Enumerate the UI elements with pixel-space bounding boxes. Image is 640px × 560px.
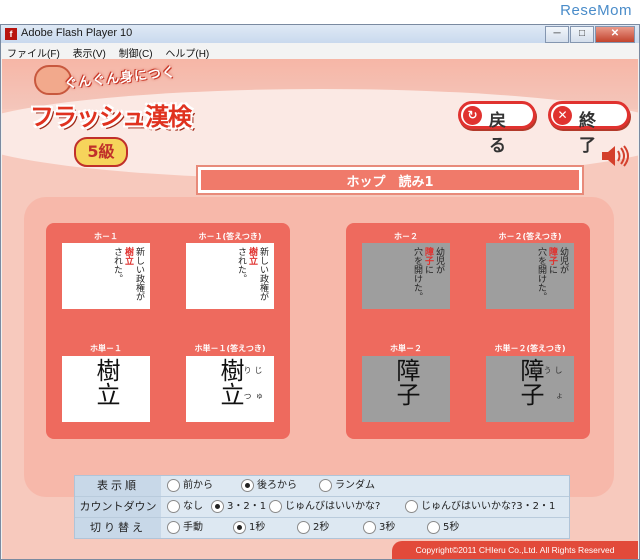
menu-control[interactable]: 制御(C) <box>113 43 157 60</box>
order-option-front[interactable]: 前から <box>167 478 213 494</box>
copyright-text: Copyright©2011 CHIeru Co.,Ltd. All Right… <box>392 541 638 559</box>
countdown-option-ready[interactable]: じゅんびはいいかな? <box>269 499 380 515</box>
flash-card[interactable]: 新しい政権が 樹立 された。 <box>186 243 274 309</box>
menu-help[interactable]: ヘルプ(H) <box>159 43 213 60</box>
card-sentence: 幼児が <box>558 247 568 274</box>
exit-button[interactable]: ✕ 終了 <box>548 101 630 156</box>
switch-option-5s[interactable]: 5秒 <box>427 520 459 536</box>
flash-card[interactable]: 障子 しょう じ <box>486 356 574 422</box>
card-ruby: しょう じ <box>532 366 563 418</box>
card-sentence-end: 穴を開けた。 <box>412 247 422 301</box>
radio-icon <box>167 520 180 534</box>
flash-card[interactable]: 障子 <box>362 356 450 422</box>
radio-icon <box>427 520 440 534</box>
logo-title: フラッシュ漢検 <box>30 103 192 131</box>
card-group-1: ホ－１ 新しい政権が 樹立 された。 ホ－１(答えつき) 新しい政権が 樹立 さ… <box>46 223 290 444</box>
radio-icon <box>297 520 310 534</box>
lesson-title: ホップ 読み1 <box>198 167 582 193</box>
order-option-random[interactable]: ランダム <box>319 478 375 494</box>
minimize-button[interactable]: ─ <box>545 26 569 43</box>
back-button[interactable]: ↻ 戻る <box>458 101 536 156</box>
flash-content: ぐんぐん身につく フラッシュ漢検 5級 ↻ 戻る ✕ 終了 ホップ 読み1 ホ－… <box>2 59 638 559</box>
radio-icon <box>319 478 332 492</box>
radio-selected-icon <box>233 520 246 534</box>
card-highlight: 障子 <box>423 247 433 265</box>
radio-icon <box>405 499 418 513</box>
countdown-option-321[interactable]: 3・2・1 <box>211 499 266 515</box>
flash-card[interactable]: 新しい政権が 樹立 された。 <box>62 243 150 309</box>
card-sentence-end: された。 <box>236 247 246 283</box>
order-label: 表示順 <box>75 476 161 496</box>
radio-icon <box>167 499 180 513</box>
card-ruby: じゅ りつ <box>243 366 263 444</box>
card-sentence-end: された。 <box>112 247 122 283</box>
card-highlight: 樹立 <box>247 247 257 265</box>
card-label: ホ－２ <box>394 232 418 241</box>
close-button[interactable]: ✕ <box>595 26 635 43</box>
card-label: ホ単－１ <box>90 344 122 353</box>
card-highlight: 樹立 <box>123 247 133 265</box>
switch-option-manual[interactable]: 手動 <box>167 520 203 536</box>
flash-app-icon: f <box>5 28 17 40</box>
countdown-row: カウントダウン なし 3・2・1 じゅんびはいいかな? じゅんびはいいかな?3・… <box>75 497 569 518</box>
flash-card[interactable]: 樹立 じゅ りつ <box>186 356 274 444</box>
card-label: ホ単－２ <box>390 344 422 353</box>
card-particle: に <box>423 265 433 274</box>
speaker-icon[interactable] <box>600 145 630 172</box>
radio-selected-icon <box>241 478 254 492</box>
window-title: Adobe Flash Player 10 <box>21 27 133 39</box>
switch-label: 切り替え <box>75 518 161 538</box>
radio-icon <box>269 499 282 513</box>
card-sentence: 幼児が <box>434 247 444 274</box>
switch-option-1s[interactable]: 1秒 <box>233 520 265 536</box>
radio-icon <box>167 478 180 492</box>
switch-option-3s[interactable]: 3秒 <box>363 520 395 536</box>
card-particle: に <box>547 265 557 274</box>
card-highlight: 障子 <box>547 247 557 265</box>
card-label: ホ単－２(答えつき) <box>494 344 566 353</box>
app-logo: ぐんぐん身につく フラッシュ漢検 5級 <box>24 63 224 173</box>
flash-card[interactable]: 幼児が 障子に 穴を開けた。 <box>362 243 450 309</box>
card-kanji: 障子 <box>392 358 420 406</box>
order-option-back[interactable]: 後ろから <box>241 478 297 494</box>
menu-bar: ファイル(F) 表示(V) 制御(C) ヘルプ(H) <box>1 43 639 60</box>
flash-player-window: f Adobe Flash Player 10 ─ □ ✕ ファイル(F) 表示… <box>0 24 640 560</box>
card-group-2: ホ－２ 幼児が 障子に 穴を開けた。 ホ－２(答えつき) 幼児が 障子に 穴を開… <box>346 223 590 439</box>
radio-icon <box>363 520 376 534</box>
card-label: ホ－２(答えつき) <box>498 232 562 241</box>
countdown-option-ready-321[interactable]: じゅんびはいいかな?3・2・1 <box>405 499 555 515</box>
watermark: ReseMom <box>560 2 632 19</box>
card-sentence: 新しい政権が <box>258 247 268 301</box>
switch-row: 切り替え 手動 1秒 2秒 3秒 5秒 <box>75 518 569 538</box>
flash-card[interactable]: 幼児が 障子に 穴を開けた。 <box>486 243 574 309</box>
return-arrow-icon: ↻ <box>463 106 482 125</box>
menu-file[interactable]: ファイル(F) <box>1 43 64 60</box>
countdown-label: カウントダウン <box>75 497 161 517</box>
maximize-button[interactable]: □ <box>570 26 594 43</box>
card-label: ホ－１ <box>94 232 118 241</box>
flash-card[interactable]: 樹立 <box>62 356 150 422</box>
settings-panel: 表示順 前から 後ろから ランダム カウントダウン なし 3・2・1 じゅんびは… <box>74 475 570 539</box>
card-label: ホ－１(答えつき) <box>198 232 262 241</box>
menu-view[interactable]: 表示(V) <box>67 43 110 60</box>
card-sentence-end: 穴を開けた。 <box>536 247 546 301</box>
card-kanji: 樹立 <box>92 358 120 406</box>
title-bar: f Adobe Flash Player 10 ─ □ ✕ <box>1 25 639 43</box>
countdown-option-none[interactable]: なし <box>167 499 203 515</box>
radio-selected-icon <box>211 499 224 513</box>
logo-subtitle: ぐんぐん身につく <box>63 65 177 92</box>
card-sentence: 新しい政権が <box>134 247 144 301</box>
switch-option-2s[interactable]: 2秒 <box>297 520 329 536</box>
order-row: 表示順 前から 後ろから ランダム <box>75 476 569 497</box>
back-button-label: 戻る <box>489 111 514 156</box>
grade-badge: 5級 <box>74 137 128 167</box>
close-x-icon: ✕ <box>553 106 572 125</box>
card-label: ホ単－１(答えつき) <box>194 344 266 353</box>
